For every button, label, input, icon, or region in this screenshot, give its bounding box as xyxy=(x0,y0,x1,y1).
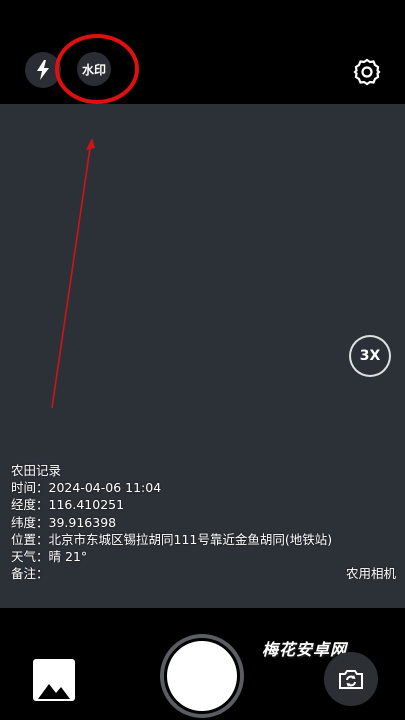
shutter-inner xyxy=(167,641,237,711)
watermark-row-weather: 天气：晴 21° xyxy=(11,549,88,565)
image-gallery-icon xyxy=(38,684,70,699)
shutter-button[interactable] xyxy=(160,634,244,718)
watermark-info-overlay: 农田记录 时间： 2024-04-06 11:04 经度： 116.410251 纬… xyxy=(11,462,396,582)
watermark-row-location: 位置： 北京市东城区锡拉胡同111号靠近金鱼胡同(地铁站) xyxy=(11,531,333,547)
zoom-label: 3X xyxy=(359,348,381,364)
camera-switch-button[interactable] xyxy=(324,652,378,706)
watermark-row-latitude: 纬度： 39.916398 xyxy=(11,514,117,530)
gallery-button[interactable] xyxy=(33,659,75,701)
camera-switch-icon xyxy=(339,670,363,689)
watermark-title: 农田记录 xyxy=(11,463,62,478)
zoom-button[interactable]: 3X xyxy=(349,335,391,377)
watermark-brand: 农用相机 xyxy=(345,566,396,582)
watermark-row-time: 时间： 2024-04-06 11:04 xyxy=(11,480,162,496)
watermark-row-notes: 备注： 农用相机 xyxy=(11,566,396,582)
watermark-row-longitude: 经度： 116.410251 xyxy=(11,497,125,513)
